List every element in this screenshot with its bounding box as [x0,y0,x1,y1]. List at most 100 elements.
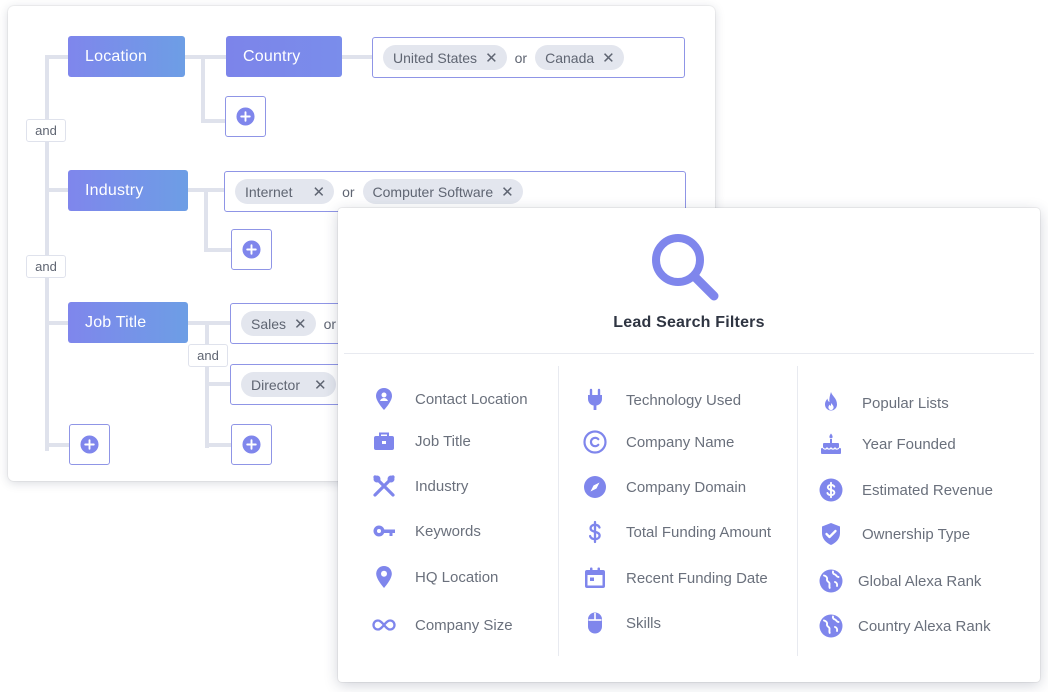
and-operator[interactable]: and [26,255,66,278]
tree-line [187,321,231,325]
map-pin-person-icon [371,386,397,412]
or-operator: or [342,183,355,200]
filter-job-title[interactable]: Job Title [371,426,471,456]
plus-circle-icon [80,435,99,454]
filter-popular-lists[interactable]: Popular Lists [818,388,949,418]
filter-company-size[interactable]: Company Size [371,610,513,640]
filter-company-name[interactable]: Company Name [582,427,734,457]
filter-label: Technology Used [626,391,742,409]
globe-icon [818,568,844,594]
calendar-icon [582,565,608,591]
industry-value-field[interactable]: Internet ✕ or Computer Software ✕ [224,171,686,212]
filter-label: Industry [415,477,469,495]
filter-year-founded[interactable]: Year Founded [818,429,956,459]
filter-keywords[interactable]: Keywords [371,516,481,546]
chip-label: Director [251,376,301,393]
add-condition-button[interactable] [231,229,272,270]
tree-line [204,248,232,252]
filter-label: Contact Location [415,390,528,408]
value-chip: United States ✕ [383,45,507,70]
or-operator: or [514,49,528,66]
filter-recent-funding-date[interactable]: Recent Funding Date [582,563,768,593]
search-icon [652,234,719,301]
briefcase-icon [371,428,397,454]
close-icon[interactable]: ✕ [501,183,514,201]
filter-label: Company Name [626,433,735,451]
and-operator[interactable]: and [26,119,66,142]
plug-icon [582,387,608,413]
filter-ownership-type[interactable]: Ownership Type [818,519,970,549]
country-node[interactable]: Country [226,36,342,77]
close-icon[interactable]: ✕ [294,315,307,333]
location-node[interactable]: Location [68,36,185,77]
tree-line [45,55,69,59]
close-icon[interactable]: ✕ [312,183,325,201]
value-chip: Computer Software ✕ [362,179,523,204]
close-icon[interactable]: ✕ [314,376,327,394]
and-operator[interactable]: and [188,344,228,367]
tree-line [341,55,373,59]
filter-label: Year Founded [862,435,956,453]
chip-label: Computer Software [372,183,494,200]
filter-industry[interactable]: Industry [371,471,468,501]
filter-global-alexa-rank[interactable]: Global Alexa Rank [818,566,981,596]
filter-label: Recent Funding Date [626,569,768,587]
infinity-icon [371,612,397,638]
shield-check-icon [818,521,844,547]
chip-label: Canada [545,49,595,66]
filter-label: HQ Location [415,568,499,586]
value-chip: Director ✕ [241,372,336,397]
column-divider [797,366,798,656]
column-divider [558,366,559,656]
plus-circle-icon [242,240,261,259]
filter-label: Estimated Revenue [862,481,993,499]
filter-total-funding-amount[interactable]: Total Funding Amount [582,517,771,547]
filter-country-alexa-rank[interactable]: Country Alexa Rank [818,611,991,641]
filter-technology-used[interactable]: Technology Used [582,385,741,415]
filter-label: Ownership Type [862,525,971,543]
filter-label: Total Funding Amount [626,523,772,541]
value-chip: Sales ✕ [241,311,316,336]
add-condition-button[interactable] [225,96,266,137]
plus-circle-icon [236,107,255,126]
filter-label: Country Alexa Rank [858,617,991,635]
panel-title: Lead Search Filters [613,314,765,331]
add-group-button[interactable] [69,424,110,465]
country-value-field[interactable]: United States ✕ or Canada ✕ [372,37,685,78]
flame-icon [818,390,844,416]
filter-label: Skills [626,614,662,632]
value-chip: Internet ✕ [235,179,335,204]
chip-label: United States [393,49,478,66]
map-pin-icon [371,564,397,590]
filter-label: Popular Lists [862,394,949,412]
key-icon [371,518,397,544]
filter-skills[interactable]: Skills [582,608,661,638]
globe-icon [818,613,844,639]
plus-circle-icon [242,435,261,454]
add-condition-button[interactable] [231,424,272,465]
close-icon[interactable]: ✕ [602,49,615,67]
chip-label: Internet [245,183,293,200]
tree-line [184,55,226,59]
tree-line [201,55,205,123]
copyright-icon [582,429,608,455]
tree-line [45,188,69,192]
tree-line [204,188,208,252]
filter-estimated-revenue[interactable]: Estimated Revenue [818,475,993,505]
filter-label: Company Size [415,616,513,634]
filter-label: Keywords [415,522,481,540]
filter-contact-location[interactable]: Contact Location [371,384,528,414]
filter-label: Company Domain [626,478,747,496]
mouse-icon [582,610,608,636]
tree-line [45,443,69,447]
divider [344,353,1034,354]
filter-company-domain[interactable]: Company Domain [582,472,746,502]
filter-hq-location[interactable]: HQ Location [371,562,498,592]
close-icon[interactable]: ✕ [485,49,498,67]
tree-line [205,443,231,447]
tools-icon [371,473,397,499]
job-title-node[interactable]: Job Title [68,302,188,343]
dollar-circle-icon [818,477,844,503]
filter-label: Job Title [415,432,471,450]
industry-node[interactable]: Industry [68,170,188,211]
